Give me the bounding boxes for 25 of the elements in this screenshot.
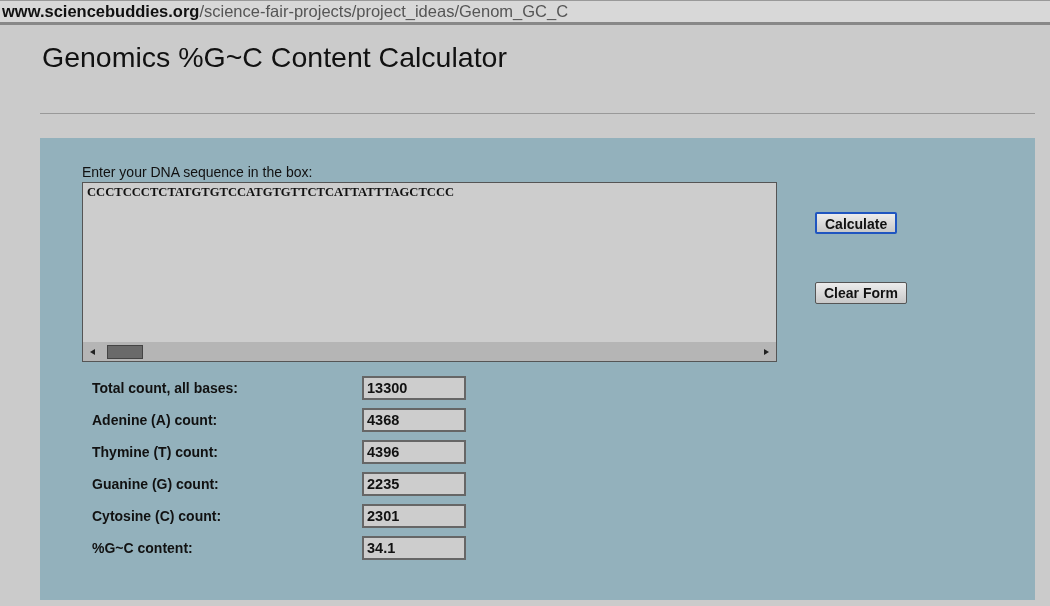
url-path: /science-fair-projects/project_ideas/Genom_GC_C (199, 2, 569, 20)
result-label: Total count, all bases: (92, 380, 239, 396)
result-label: Cytosine (C) count: (92, 508, 223, 524)
sequence-label: Enter your DNA sequence in the box: (82, 164, 314, 182)
horizontal-scrollbar[interactable] (83, 342, 776, 361)
scroll-right-icon[interactable] (762, 347, 770, 356)
result-field[interactable]: 13300 (362, 376, 466, 400)
form-button[interactable]: Calculate (815, 212, 898, 234)
result-field[interactable]: 4368 (362, 408, 466, 432)
url-domain: www.sciencebuddies.org (2, 2, 200, 20)
address-bar[interactable]: www.sciencebuddies.org/science-fair-projects/project_ideas/Genom_GC_C (0, 0, 1050, 25)
result-label: %G~C content: (92, 540, 194, 556)
result-label: Thymine (T) count: (92, 444, 219, 460)
page-title: Genomics %G~C Content Calculator (41, 40, 508, 75)
result-field[interactable]: 2235 (362, 472, 466, 496)
result-field[interactable]: 34.1 (362, 536, 466, 560)
scrollbar-thumb[interactable] (107, 344, 143, 359)
result-label: Guanine (G) count: (92, 476, 220, 492)
form-button[interactable]: Clear Form (815, 282, 907, 304)
result-field[interactable]: 2301 (362, 504, 466, 528)
result-field[interactable]: 4396 (362, 440, 466, 464)
scroll-left-icon[interactable] (89, 347, 97, 356)
sequence-textarea[interactable]: CCCTCCCTCTATGTGTCCATGTGTTCTCATTATTTAGCTCCC (82, 182, 777, 362)
sequence-text: CCCTCCCTCTATGTGTCCATGTGTTCTCATTATTTAGCTCCC (86, 184, 456, 201)
result-label: Adenine (A) count: (92, 412, 219, 428)
